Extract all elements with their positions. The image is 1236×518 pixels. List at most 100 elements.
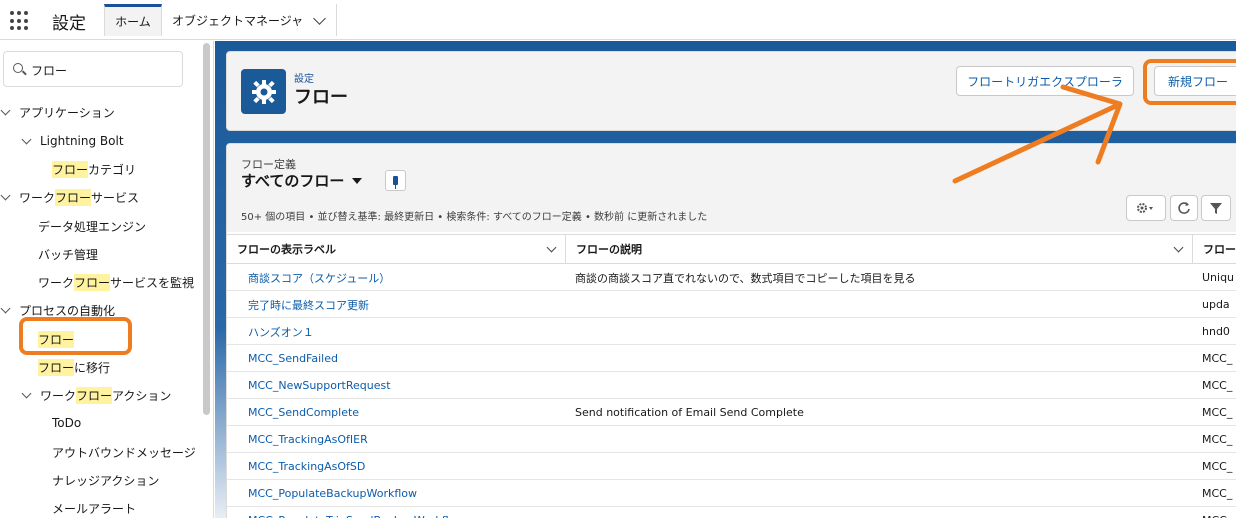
tree-item-batch-management[interactable]: バッチ管理 [38, 244, 98, 264]
search-icon [13, 63, 23, 73]
pin-button[interactable] [385, 170, 406, 191]
flow-label-link[interactable]: 完了時に最終スコア更新 [248, 291, 563, 318]
flow-description [575, 507, 1190, 518]
flow-description: 商談の商談スコア直でれないので、数式項目でコピーした項目を見る [575, 271, 916, 285]
tree-item-prefix: ワーク [19, 190, 56, 205]
chevron-down-icon[interactable] [313, 12, 326, 25]
tree-item-prefix: ワーク [40, 388, 77, 403]
column-header-api-name[interactable]: フロー [1193, 234, 1236, 264]
tree-item-label: Lightning Bolt [40, 134, 124, 148]
flow-description: Send notification of Email Send Complete [575, 406, 804, 419]
tree-item-label: ToDo [52, 416, 82, 430]
flow-label-link[interactable]: 商談スコア（スケジュール） [248, 264, 563, 291]
chevron-down-icon[interactable] [546, 242, 557, 253]
annotation-highlight-flow [19, 317, 132, 355]
column-header-text: フロー [1203, 243, 1236, 256]
sidebar-scrollbar[interactable] [203, 43, 210, 415]
column-header-text: フローの説明 [576, 243, 642, 256]
tab-object-manager-label: オブジェクトマネージャ [172, 13, 304, 28]
list-settings-button[interactable] [1126, 195, 1166, 221]
flow-label-link[interactable]: MCC_SendComplete [248, 399, 563, 426]
chevron-down-icon[interactable] [0, 303, 11, 313]
tree-item-email-alert[interactable]: メールアラート [52, 498, 136, 518]
tree-item-label: サービスを監視 [110, 275, 195, 290]
table-row: 完了時に最終スコア更新 upda [227, 291, 1236, 318]
tree-item-outbound-message[interactable]: アウトバウンドメッセージ [52, 442, 196, 462]
tree-item-lightning-bolt[interactable]: Lightning Bolt [21, 131, 124, 151]
column-header-label[interactable]: フローの表示ラベル [227, 234, 566, 264]
tree-item-flow-category[interactable]: フロー カテゴリ [52, 159, 136, 179]
table-row: MCC_TrackingAsOfSD MCC_ [227, 453, 1236, 480]
tree-item-label: アプリケーション [19, 105, 115, 120]
flow-label-link[interactable]: MCC_TrackingAsOfIER [248, 426, 563, 453]
setup-sidebar: アプリケーション Lightning Bolt フローカテゴリ ワークフローサー… [0, 41, 214, 518]
annotation-highlight-new-flow [1143, 59, 1236, 105]
highlight-text: フロー [55, 188, 92, 206]
tree-item-prefix: ワーク [38, 275, 75, 290]
list-view-card: フロー定義 すべてのフロー 50+ 個の項目 • 並び替え基準: 最終更新日 •… [226, 143, 1236, 518]
tree-item-workflow-services[interactable]: ワーク フロー サービス [0, 187, 140, 207]
flow-label-link[interactable]: MCC_PopulateBackupWorkflow [248, 480, 563, 507]
flow-description [575, 291, 1190, 318]
flow-label-link[interactable]: MCC_SendFailed [248, 345, 563, 372]
flow-label-link[interactable]: MCC_PopulateTrigSendBackupWorkflow [248, 507, 563, 518]
tree-item-label: メールアラート [52, 501, 137, 516]
table-row: MCC_TrackingAsOfIER MCC_ [227, 426, 1236, 453]
tree-item-label: ナレッジアクション [52, 473, 160, 488]
table-row: MCC_NewSupportRequest MCC_ [227, 372, 1236, 399]
gear-icon [1137, 203, 1153, 213]
highlight-text: フロー [52, 160, 89, 178]
chevron-down-icon[interactable] [0, 105, 11, 115]
list-view-header: フロー定義 すべてのフロー 50+ 個の項目 • 並び替え基準: 最終更新日 •… [227, 144, 1236, 232]
quick-find[interactable] [3, 51, 183, 87]
caret-down-icon[interactable] [352, 177, 363, 184]
app-name: 設定 [52, 14, 86, 34]
tree-item-label: プロセスの自動化 [19, 303, 116, 318]
flow-api-name: MCC_ [1202, 507, 1236, 518]
flow-api-name: Uniqu [1202, 271, 1235, 284]
filter-button[interactable] [1201, 195, 1231, 221]
tree-item-todo[interactable]: ToDo [52, 413, 81, 433]
table-row: 商談スコア（スケジュール） 商談の商談スコア直でれないので、数式項目でコピーした… [227, 264, 1236, 291]
tree-item-workflow-actions[interactable]: ワーク フロー アクション [21, 385, 171, 405]
tree-item-data-processing[interactable]: データ処理エンジン [38, 216, 146, 236]
tree-item-label: サービス [91, 190, 140, 205]
chevron-down-icon[interactable] [21, 388, 32, 398]
table-row: MCC_PopulateBackupWorkflow MCC_ [227, 480, 1236, 507]
flow-description [575, 345, 1190, 372]
flow-label-link[interactable]: ハンズオン１ [248, 318, 563, 345]
tree-item-applications[interactable]: アプリケーション [0, 102, 115, 122]
global-header: 設定 ホーム オブジェクトマネージャ [0, 0, 1236, 40]
tab-object-manager[interactable]: オブジェクトマネージャ [162, 4, 337, 36]
refresh-icon [1178, 202, 1190, 214]
chevron-down-icon[interactable] [1173, 242, 1184, 253]
list-view-name: すべてのフロー [241, 172, 345, 190]
flow-label-link[interactable]: MCC_NewSupportRequest [248, 372, 563, 399]
pin-icon [393, 176, 398, 189]
tree-item-knowledge-action[interactable]: ナレッジアクション [52, 470, 159, 490]
tree-item-label: データ処理エンジン [38, 219, 147, 234]
flow-api-name: hnd0 [1202, 325, 1230, 338]
chevron-down-icon[interactable] [0, 190, 11, 200]
filter-icon [1210, 203, 1222, 214]
flow-description [575, 453, 1190, 480]
list-view-selector[interactable]: すべてのフロー [241, 170, 363, 191]
tab-home[interactable]: ホーム [104, 4, 162, 36]
chevron-down-icon[interactable] [21, 134, 32, 144]
tree-item-label: に移行 [74, 360, 111, 375]
flow-api-name: MCC_ [1202, 379, 1233, 392]
flow-trigger-explorer-button[interactable]: フロートリガエクスプローラ [956, 66, 1134, 96]
quick-find-input[interactable] [31, 60, 171, 80]
column-header-description[interactable]: フローの説明 [566, 234, 1193, 264]
table-row: MCC_SendComplete Send notification of Em… [227, 399, 1236, 426]
app-launcher-icon[interactable] [10, 11, 30, 31]
refresh-button[interactable] [1170, 195, 1198, 221]
flow-label-link[interactable]: MCC_TrackingAsOfSD [248, 453, 563, 480]
flow-api-name: MCC_ [1202, 460, 1233, 473]
flow-api-name: MCC_ [1202, 487, 1233, 500]
list-meta-info: 50+ 個の項目 • 並び替え基準: 最終更新日 • 検索条件: すべてのフロー… [241, 212, 708, 223]
tree-item-label: カテゴリ [88, 162, 137, 177]
tree-item-monitor-workflow[interactable]: ワーク フロー サービスを監視 [38, 272, 194, 292]
tree-item-migrate-to-flow[interactable]: フロー に移行 [38, 357, 110, 377]
highlight-text: フロー [74, 273, 111, 291]
